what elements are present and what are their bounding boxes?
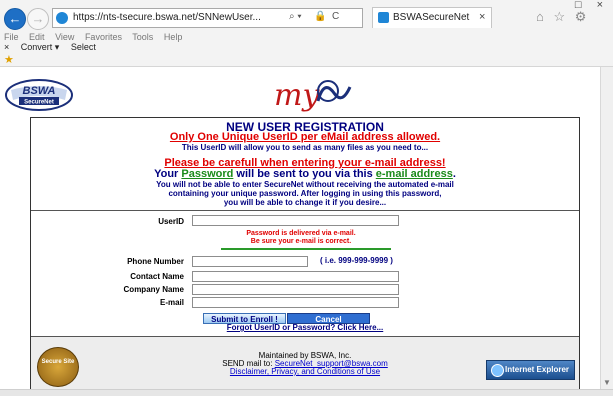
menu-file[interactable]: File xyxy=(4,32,19,42)
menu-favorites[interactable]: Favorites xyxy=(85,32,122,42)
url-text[interactable]: https://nts-tsecure.bswa.net/SNNewUser..… xyxy=(73,12,303,23)
select-button[interactable]: Select xyxy=(71,42,96,52)
browser-chrome: ← → https://nts-tsecure.bswa.net/SNNewUs… xyxy=(0,0,613,67)
convert-button[interactable]: Convert ▾ xyxy=(21,42,60,52)
phone-format-hint: ( i.e. 999-999-9999 ) xyxy=(320,256,393,265)
command-bar: × Convert ▾ Select xyxy=(4,42,105,53)
menu-bar: File Edit View Favorites Tools Help xyxy=(4,32,190,42)
email-input[interactable] xyxy=(192,297,399,308)
instruction-line-2: containing your unique password. After l… xyxy=(168,189,442,198)
internet-explorer-text: Internet Explorer xyxy=(505,365,570,374)
internet-explorer-badge[interactable]: Internet Explorer xyxy=(486,360,575,380)
scroll-down-icon[interactable]: ▼ xyxy=(603,378,611,387)
home-favorites-settings-icons[interactable]: ⌂ ☆ ⚙ xyxy=(536,9,589,25)
address-bar[interactable]: https://nts-tsecure.bswa.net/SNNewUser..… xyxy=(52,8,363,28)
company-name-input[interactable] xyxy=(192,284,399,295)
email-correct-note: Be sure your e-mail is correct. xyxy=(250,238,352,245)
password-word: Password xyxy=(181,168,234,180)
vertical-scrollbar[interactable]: ▼ xyxy=(600,67,613,389)
contact-name-label: Contact Name xyxy=(130,272,184,281)
password-delivery-note: Password is delivered via e-mail. xyxy=(246,230,356,237)
one-userid-warning: Only One Unique UserID per eMail address… xyxy=(169,131,441,143)
pw-line-prefix: Your xyxy=(154,168,182,180)
refresh-icon[interactable]: C xyxy=(332,11,339,22)
bswa-logo: BSWA SecureNet xyxy=(5,79,73,111)
phone-label: Phone Number xyxy=(127,257,184,266)
my-logo-text: my xyxy=(274,78,320,113)
search-dropdown-icon[interactable]: ⌕ ▾ xyxy=(289,11,302,22)
internet-explorer-icon xyxy=(491,364,504,377)
company-name-label: Company Name xyxy=(123,285,184,294)
menu-help[interactable]: Help xyxy=(164,32,183,42)
lock-icon[interactable]: 🔒 xyxy=(314,11,326,22)
footer: Secure Site Maintained by BSWA, Inc. SEN… xyxy=(31,337,579,389)
email-address-word: e-mail address xyxy=(375,168,453,180)
bswa-logo-text: BSWA xyxy=(23,85,56,97)
command-bar-close-icon[interactable]: × xyxy=(4,42,9,52)
bswa-logo-subtext: SecureNet xyxy=(24,100,54,106)
browser-tab[interactable]: BSWASecureNet × xyxy=(372,7,492,28)
forgot-credentials-link[interactable]: Forgot UserID or Password? Click Here... xyxy=(31,323,579,332)
page-content: BSWA SecureNet my NEW USER REGISTRATION … xyxy=(0,67,600,389)
userid-info-text: This UserID will allow you to send as ma… xyxy=(181,143,429,152)
email-label: E-mail xyxy=(159,298,184,307)
pw-line-middle: will be sent to you via this xyxy=(233,168,376,180)
tab-title: BSWASecureNet xyxy=(393,12,470,23)
userid-input[interactable] xyxy=(192,215,399,226)
menu-tools[interactable]: Tools xyxy=(132,32,153,42)
menu-edit[interactable]: Edit xyxy=(29,32,45,42)
instruction-line-3: you will be able to change it if you des… xyxy=(223,198,387,207)
divider xyxy=(31,210,579,211)
my-logo: my xyxy=(274,78,352,113)
instruction-line-1: You will not be able to enter SecureNet … xyxy=(156,180,454,189)
pw-line-suffix: . xyxy=(452,168,456,180)
star-icon[interactable]: ★ xyxy=(4,53,14,66)
tab-favicon-icon xyxy=(378,12,389,23)
back-button[interactable]: ← xyxy=(4,8,26,30)
tab-close-icon[interactable]: × xyxy=(479,11,485,23)
forward-button[interactable]: → xyxy=(27,8,49,30)
contact-name-input[interactable] xyxy=(192,271,399,282)
green-divider xyxy=(221,248,391,250)
menu-view[interactable]: View xyxy=(55,32,74,42)
password-info-line: Your Password will be sent to you via th… xyxy=(31,168,579,180)
userid-label: UserID xyxy=(158,217,184,226)
site-favicon-icon xyxy=(56,12,68,24)
phone-input[interactable] xyxy=(192,256,308,267)
registration-panel: NEW USER REGISTRATION Only One Unique Us… xyxy=(30,117,580,389)
